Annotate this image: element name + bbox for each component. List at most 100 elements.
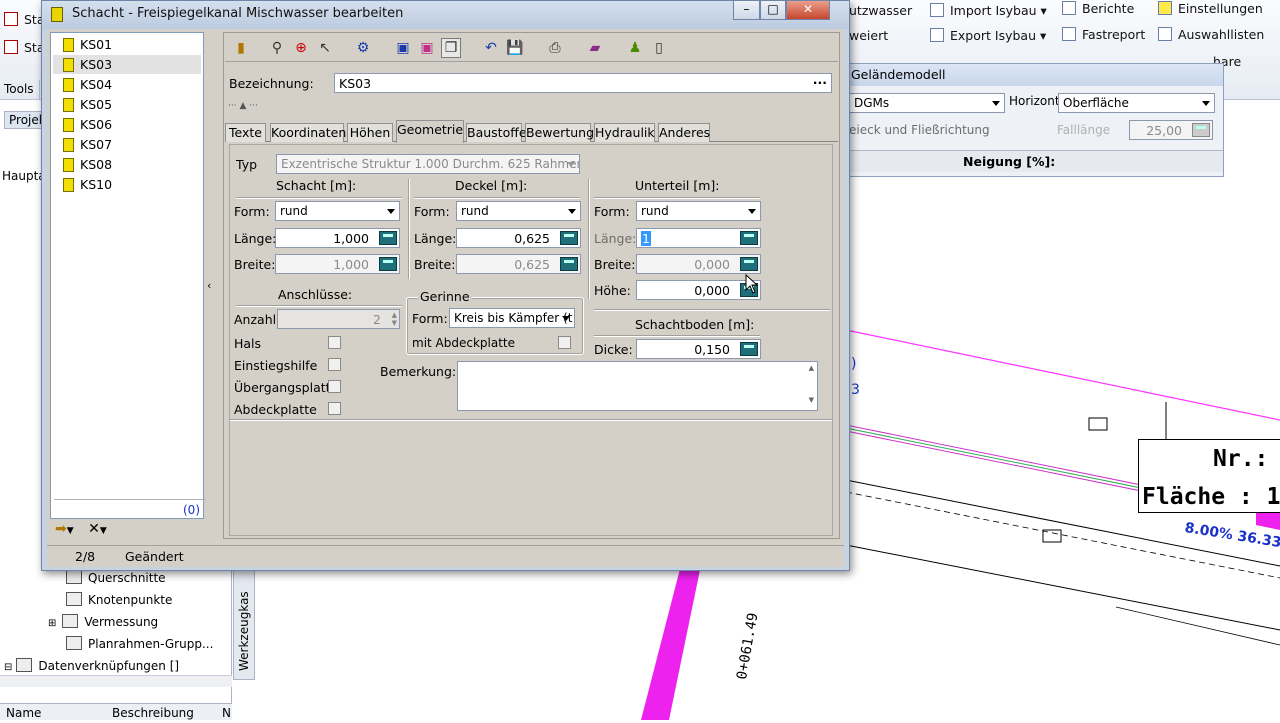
schacht-breite-field[interactable]: 1,000: [275, 254, 400, 274]
scroll-up-icon[interactable]: ▲: [809, 364, 814, 372]
tab-texte[interactable]: Texte: [225, 123, 266, 142]
tab-hoehen[interactable]: Höhen: [347, 123, 393, 142]
calculator-icon[interactable]: [379, 231, 397, 245]
dgm-select[interactable]: DGMs: [849, 93, 1005, 113]
tab-koordinaten[interactable]: Koordinaten: [270, 123, 346, 142]
ribbon-start-item-2[interactable]: Sta: [4, 40, 45, 55]
ribbon-auswahllisten[interactable]: Auswahllisten: [1158, 27, 1264, 42]
falllaenge-field[interactable]: 25,00: [1129, 120, 1213, 140]
close-button[interactable]: ✕: [786, 1, 830, 20]
toolbox-tab[interactable]: Werkzeugkas: [233, 560, 255, 680]
dialog-titlebar[interactable]: Schacht - Freispiegelkanal Mischwasser b…: [42, 1, 849, 29]
calculator-icon[interactable]: [560, 257, 578, 271]
abdeckplatte-gerinne-checkbox[interactable]: [558, 336, 571, 349]
exit-icon[interactable]: ▮: [231, 38, 251, 58]
network-icon[interactable]: ⚙: [353, 38, 373, 58]
bemerkung-textarea[interactable]: ▲ ▼: [457, 361, 818, 411]
schacht-form-select[interactable]: rund: [275, 201, 400, 221]
deckel-laenge-field[interactable]: 0,625: [456, 228, 581, 248]
abdeckplatte-checkbox[interactable]: [328, 402, 341, 415]
calculator-icon[interactable]: [740, 342, 758, 356]
unterteil-hoehe-field[interactable]: 0,000: [636, 280, 761, 300]
ribbon-schutzwasser[interactable]: utzwasser: [849, 3, 912, 18]
chevron-down-icon[interactable]: ▼: [100, 526, 107, 536]
calculator-icon[interactable]: [740, 257, 758, 271]
crosshair-icon[interactable]: ⊕: [291, 38, 311, 58]
window-icon[interactable]: ▣: [393, 38, 413, 58]
search-icon[interactable]: ⚲: [267, 38, 287, 58]
ribbon-einstellungen[interactable]: Einstellungen: [1158, 1, 1263, 16]
list-item[interactable]: KS10: [53, 175, 201, 194]
list-item-selected[interactable]: KS03: [53, 55, 201, 74]
ribbon-export-isybau[interactable]: Export Isybau ▾: [930, 28, 1046, 43]
spinner-arrows-icon[interactable]: ▲ ▼: [392, 311, 397, 327]
calculator-icon[interactable]: [1192, 123, 1210, 137]
list-item[interactable]: KS01: [53, 35, 201, 54]
gerinne-form-select[interactable]: Kreis bis Kämpfer (t: [449, 308, 575, 328]
calculator-icon[interactable]: [560, 231, 578, 245]
chevron-down-icon[interactable]: ▼: [67, 526, 74, 536]
tree-item-knotenpunkte[interactable]: Knotenpunkte: [66, 592, 172, 607]
tree-item-querschnitte[interactable]: Querschnitte: [66, 570, 166, 585]
unterteil-form-select[interactable]: rund: [636, 201, 761, 221]
ribbon-fastreport[interactable]: Fastreport: [1062, 27, 1145, 42]
list-item[interactable]: KS08: [53, 155, 201, 174]
typ-select[interactable]: Exzentrische Struktur 1.000 Durchm. 625 …: [276, 154, 580, 174]
book-icon[interactable]: ▰: [585, 38, 605, 58]
tab-hydraulik[interactable]: Hydraulik: [594, 123, 655, 142]
more-icon[interactable]: ···: [813, 75, 827, 90]
column-n[interactable]: N: [222, 706, 231, 720]
anzahl-spinner[interactable]: 2 ▲ ▼: [277, 309, 400, 329]
maximize-button[interactable]: □: [760, 1, 786, 20]
user-add-icon[interactable]: ♟: [625, 38, 645, 58]
deckel-form-select[interactable]: rund: [456, 201, 581, 221]
tab-bewertung[interactable]: Bewertung: [525, 123, 594, 142]
horizont-select[interactable]: Oberfläche: [1058, 93, 1215, 113]
save-icon[interactable]: 💾: [505, 38, 525, 58]
document-icon[interactable]: ▯: [649, 38, 669, 58]
tree-item-planrahmen[interactable]: Planrahmen-Grupp...: [66, 636, 213, 651]
tree-item-datenverknuepfungen[interactable]: ⊟ Datenverknüpfungen []: [4, 658, 179, 673]
collapse-left-icon[interactable]: ‹: [207, 279, 211, 292]
bezeichnung-field[interactable]: KS03 ···: [334, 73, 832, 93]
window-stack-icon[interactable]: ❐: [441, 38, 461, 58]
pointer-icon[interactable]: ↖: [315, 38, 335, 58]
ribbon-import-isybau[interactable]: Import Isybau ▾: [930, 3, 1047, 18]
splitter[interactable]: ‹: [205, 29, 217, 539]
list-item[interactable]: KS07: [53, 135, 201, 154]
uebergangsplatte-checkbox[interactable]: [328, 380, 341, 393]
einstiegshilfe-checkbox[interactable]: [328, 358, 341, 371]
delete-icon[interactable]: ✕: [88, 521, 100, 537]
calculator-icon[interactable]: [379, 257, 397, 271]
list-item[interactable]: KS04: [53, 75, 201, 94]
undo-icon[interactable]: ↶: [481, 38, 501, 58]
ribbon-weiert[interactable]: weiert: [849, 28, 888, 43]
unterteil-laenge-label: Länge:: [594, 231, 637, 246]
list-item[interactable]: KS05: [53, 95, 201, 114]
tab-geometrie[interactable]: Geometrie: [396, 120, 464, 143]
deckel-breite-field[interactable]: 0,625: [456, 254, 581, 274]
hals-checkbox[interactable]: [328, 336, 341, 349]
calculator-icon[interactable]: [740, 231, 758, 245]
unterteil-breite-field[interactable]: 0,000: [636, 254, 761, 274]
window-close-icon[interactable]: ▣: [417, 38, 437, 58]
minimize-button[interactable]: –: [733, 1, 760, 20]
tab-anderes[interactable]: Anderes: [658, 123, 710, 142]
dicke-field[interactable]: 0,150: [636, 339, 761, 359]
ribbon-start-item-1[interactable]: Sta: [4, 12, 45, 27]
scroll-down-icon[interactable]: ▼: [809, 396, 814, 404]
schacht-laenge-field[interactable]: 1,000: [275, 228, 400, 248]
print-icon[interactable]: ⎙: [545, 38, 565, 58]
unterteil-laenge-field[interactable]: 1: [636, 228, 761, 248]
column-name[interactable]: Name: [6, 706, 41, 720]
list-item[interactable]: KS06: [53, 115, 201, 134]
collapse-up-icon[interactable]: ··· ▲ ···: [228, 101, 258, 111]
ribbon-tools-tab[interactable]: Tools: [0, 80, 40, 100]
column-beschreibung[interactable]: Beschreibung: [112, 706, 194, 720]
horizontal-scrollbar[interactable]: [0, 675, 232, 687]
arrow-right-icon[interactable]: ➡: [55, 521, 67, 537]
tab-baustoffe[interactable]: Baustoffe: [466, 123, 527, 142]
manhole-list[interactable]: KS01 KS03 KS04 KS05 KS06 KS07 KS08 KS10 …: [50, 32, 206, 519]
tree-item-vermessung[interactable]: ⊞ Vermessung: [48, 614, 158, 629]
ribbon-berichte[interactable]: Berichte: [1062, 1, 1134, 16]
